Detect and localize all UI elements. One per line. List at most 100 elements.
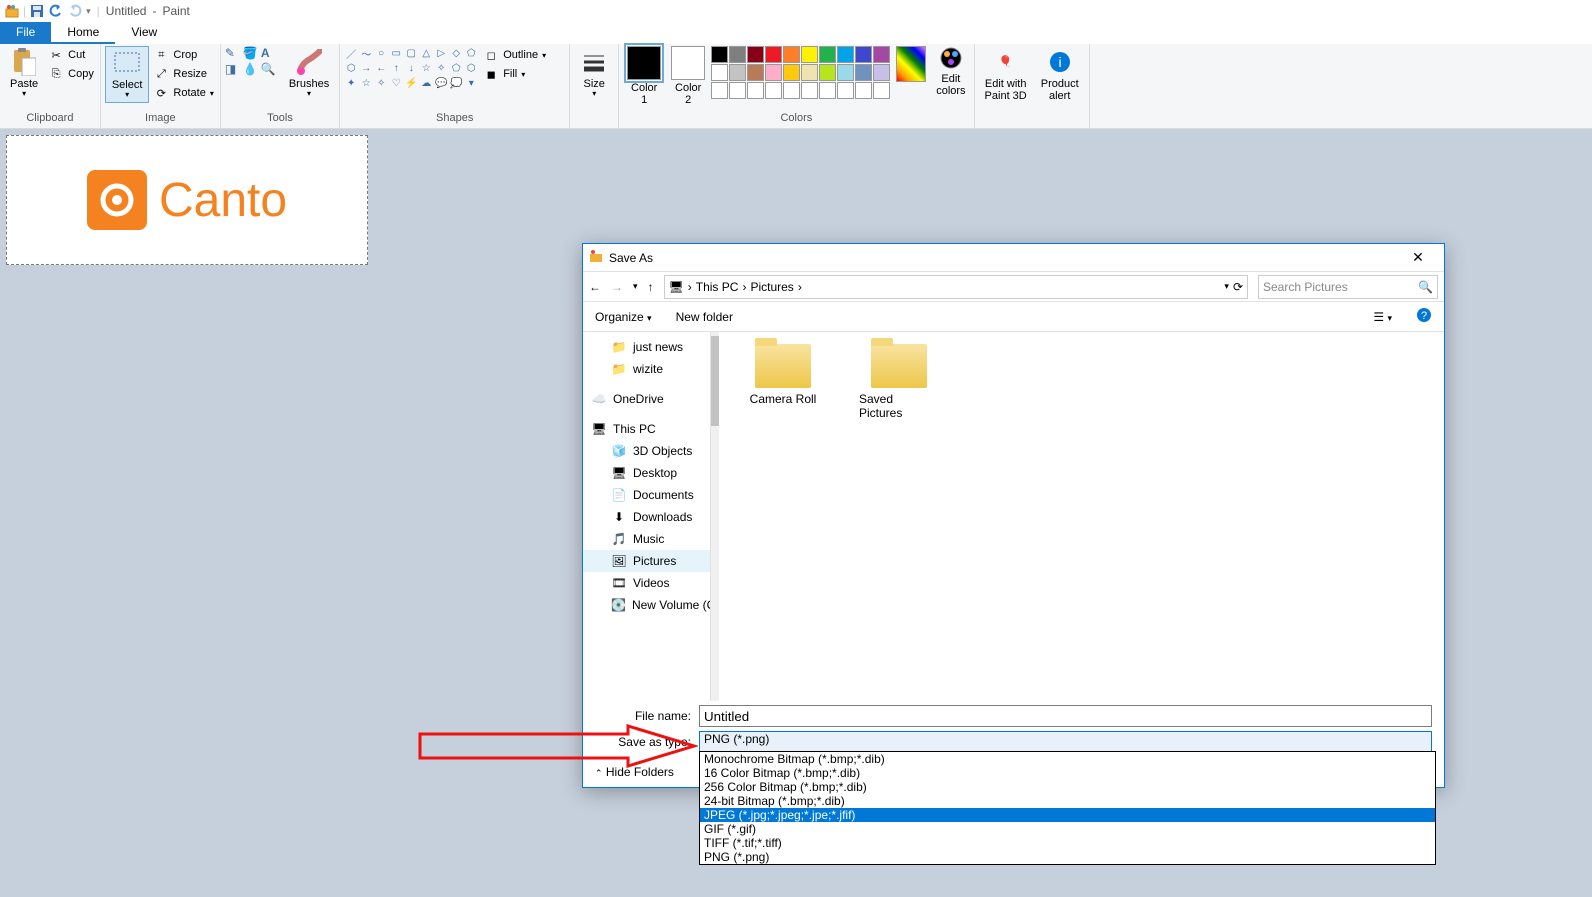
color-swatch[interactable] <box>747 64 764 81</box>
saveastype-select[interactable]: PNG (*.png) <box>699 731 1432 753</box>
paste-button[interactable]: Paste▾ <box>4 46 44 101</box>
filetype-option[interactable]: Monochrome Bitmap (*.bmp;*.dib) <box>700 752 1435 766</box>
filetype-dropdown[interactable]: Monochrome Bitmap (*.bmp;*.dib)16 Color … <box>699 751 1436 865</box>
filetype-option[interactable]: 16 Color Bitmap (*.bmp;*.dib) <box>700 766 1435 780</box>
tree-item[interactable]: 🎞Videos <box>583 572 710 594</box>
tree-scrollbar[interactable] <box>711 332 719 701</box>
shape-fill-button[interactable]: ◼Fill ▾ <box>481 65 548 83</box>
color-swatch[interactable] <box>855 82 872 99</box>
color-swatch[interactable] <box>819 64 836 81</box>
filetype-option[interactable]: TIFF (*.tif;*.tiff) <box>700 836 1435 850</box>
tree-item[interactable]: 📁just news <box>583 336 710 358</box>
tree-item[interactable]: ⬇Downloads <box>583 506 710 528</box>
tab-home[interactable]: Home <box>51 22 115 44</box>
shapes-gallery[interactable]: ／〜○▭▢△▷◇⬠ ⬡→←↑↓☆✧⬠⬡ ✦☆✧♡⚡☁💬💭▾ <box>344 46 478 90</box>
color-swatch[interactable] <box>855 64 872 81</box>
color-swatch[interactable] <box>873 82 890 99</box>
folder-tree[interactable]: 📁just news📁wizite ☁️OneDrive 🖥This PC🧊3D O… <box>583 332 711 701</box>
color-swatch[interactable] <box>801 46 818 63</box>
filetype-option[interactable]: 256 Color Bitmap (*.bmp;*.dib) <box>700 780 1435 794</box>
tree-item[interactable]: 🎵Music <box>583 528 710 550</box>
color-swatch[interactable] <box>765 82 782 99</box>
tree-item[interactable]: 🧊3D Objects <box>583 440 710 462</box>
redo-icon[interactable] <box>67 3 83 19</box>
color-swatch[interactable] <box>711 64 728 81</box>
color-swatch[interactable] <box>837 64 854 81</box>
close-button[interactable]: ✕ <box>1398 249 1438 266</box>
tree-item[interactable]: 🖼Pictures <box>583 550 710 572</box>
breadcrumb-item[interactable]: Pictures <box>750 280 793 294</box>
file-list[interactable]: Camera RollSaved Pictures <box>719 332 1444 701</box>
shape-outline-button[interactable]: ◻Outline ▾ <box>481 46 548 64</box>
breadcrumb-item[interactable]: This PC <box>696 280 739 294</box>
color-swatch[interactable] <box>765 46 782 63</box>
picker-tool[interactable]: 💧 <box>243 62 259 76</box>
color-swatch[interactable] <box>711 46 728 63</box>
nav-recent-button[interactable]: ▾ <box>633 281 638 292</box>
size-button[interactable]: Size▾ <box>574 46 614 101</box>
canvas[interactable]: Canto <box>6 135 368 265</box>
nav-up-button[interactable]: ↑ <box>648 280 654 294</box>
color-swatch[interactable] <box>729 82 746 99</box>
cut-button[interactable]: ✂Cut <box>46 46 96 64</box>
eraser-tool[interactable]: ◨ <box>225 62 241 76</box>
copy-button[interactable]: ⎘Copy <box>46 65 96 83</box>
nav-forward-button[interactable]: → <box>611 280 623 294</box>
breadcrumb[interactable]: 🖥 › This PC › Pictures › ▾ ⟳ <box>664 275 1248 299</box>
crop-button[interactable]: ⌗Crop <box>151 46 215 64</box>
save-icon[interactable] <box>29 3 45 19</box>
color-swatch[interactable] <box>801 82 818 99</box>
brushes-button[interactable]: Brushes▾ <box>283 46 335 101</box>
tab-file[interactable]: File <box>0 22 51 44</box>
color-palette[interactable] <box>711 46 890 99</box>
color-swatch[interactable] <box>747 82 764 99</box>
color-swatch[interactable] <box>837 46 854 63</box>
tree-item[interactable]: 💽New Volume (C: <box>583 594 710 616</box>
qat-customize-icon[interactable]: ▾ <box>86 6 91 17</box>
color-swatch[interactable] <box>765 64 782 81</box>
organize-button[interactable]: Organize ▾ <box>595 310 652 324</box>
tree-item[interactable]: ☁️OneDrive <box>583 388 710 410</box>
filetype-option[interactable]: PNG (*.png) <box>700 850 1435 864</box>
folder-item[interactable]: Saved Pictures <box>859 344 939 420</box>
color-swatch[interactable] <box>873 64 890 81</box>
filename-input[interactable] <box>699 705 1432 727</box>
paint3d-button[interactable]: 🎈Edit with Paint 3D <box>979 46 1033 104</box>
fill-tool[interactable]: 🪣 <box>243 46 259 60</box>
color-swatch[interactable] <box>729 64 746 81</box>
tree-item[interactable]: 🖥This PC <box>583 418 710 440</box>
refresh-icon[interactable]: ⟳ <box>1233 280 1243 294</box>
color-swatch[interactable] <box>711 82 728 99</box>
color-swatch[interactable] <box>873 46 890 63</box>
filetype-option[interactable]: 24-bit Bitmap (*.bmp;*.dib) <box>700 794 1435 808</box>
rotate-button[interactable]: ⟳Rotate ▾ <box>151 84 215 102</box>
resize-button[interactable]: ⤢Resize <box>151 65 215 83</box>
tree-item[interactable]: 📄Documents <box>583 484 710 506</box>
view-options-button[interactable]: ☰ ▾ <box>1373 310 1392 324</box>
dialog-titlebar[interactable]: Save As ✕ <box>583 244 1444 272</box>
color-swatch[interactable] <box>729 46 746 63</box>
color2-button[interactable]: Color 2 <box>667 46 709 106</box>
color-swatch[interactable] <box>819 82 836 99</box>
breadcrumb-dropdown-icon[interactable]: ▾ <box>1224 281 1229 292</box>
color-swatch[interactable] <box>783 46 800 63</box>
filetype-option[interactable]: GIF (*.gif) <box>700 822 1435 836</box>
zoom-tool[interactable]: 🔍 <box>261 62 277 76</box>
tree-item[interactable]: 🖥Desktop <box>583 462 710 484</box>
color-swatch[interactable] <box>855 46 872 63</box>
tree-item[interactable]: 📁wizite <box>583 358 710 380</box>
pencil-tool[interactable]: ✎ <box>225 46 241 60</box>
nav-back-button[interactable]: ← <box>589 280 601 294</box>
undo-icon[interactable] <box>48 3 64 19</box>
new-folder-button[interactable]: New folder <box>676 310 733 324</box>
filetype-option[interactable]: JPEG (*.jpg;*.jpeg;*.jpe;*.jfif) <box>700 808 1435 822</box>
color-swatch[interactable] <box>837 82 854 99</box>
product-alert-button[interactable]: iProduct alert <box>1035 46 1085 104</box>
tab-view[interactable]: View <box>115 22 173 44</box>
edit-colors-button[interactable]: Edit colors <box>932 46 969 97</box>
color-swatch[interactable] <box>783 82 800 99</box>
color1-button[interactable]: Color 1 <box>623 46 665 106</box>
color-swatch[interactable] <box>819 46 836 63</box>
color-swatch[interactable] <box>747 46 764 63</box>
select-button[interactable]: Select▾ <box>105 46 150 103</box>
